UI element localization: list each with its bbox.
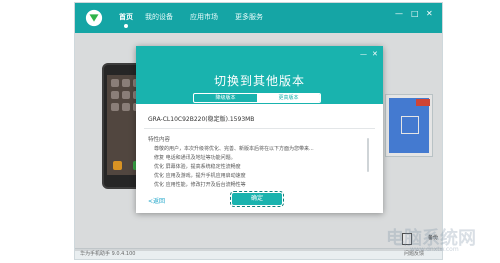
divider <box>144 128 375 129</box>
watermark-url: www.dnxtw.com <box>410 246 459 253</box>
feature-item: 修复 电话和通讯及地址等功能问题。 <box>154 155 236 161</box>
confirm-button[interactable]: 确定 <box>230 191 284 207</box>
features-scrollbar[interactable] <box>367 138 369 172</box>
close-button[interactable]: ✕ <box>426 9 433 18</box>
app-logo-icon <box>85 9 103 27</box>
minimize-button[interactable]: — <box>395 9 403 18</box>
back-link[interactable]: <返回 <box>148 196 165 205</box>
nav-app-market[interactable]: 应用市场 <box>190 12 218 22</box>
switch-version-dialog: — ✕ 切换到其他版本 降级版本 更高版本 GRA-CL10C92B220(稳定… <box>136 46 383 213</box>
dialog-minimize-button[interactable]: — <box>360 50 367 58</box>
nav-my-devices[interactable]: 我的设备 <box>145 12 173 22</box>
nav-home[interactable]: 首页 <box>119 12 133 28</box>
feature-item: 优化 屏幕体验，提高系统稳定性流畅度 <box>154 164 241 170</box>
features-title: 特性内容 <box>148 137 171 143</box>
maximize-button[interactable]: □ <box>411 9 419 18</box>
version-tabs: 降级版本 更高版本 <box>193 93 321 103</box>
feature-item: 尊敬的用户，本次升级将优化、完善、新版本后将在以下方面为您带来... <box>154 146 314 152</box>
nav-more-services[interactable]: 更多服务 <box>235 12 263 22</box>
tab-higher-version[interactable]: 更高版本 <box>257 94 320 102</box>
top-nav-bar: 首页 我的设备 应用市场 更多服务 — □ ✕ <box>75 3 442 33</box>
firmware-file-name: GRA-CL10C92B220(稳定版).1593MB <box>148 116 255 123</box>
feature-item: 优化 应用性能，修改打开及后台流畅性等 <box>154 182 246 188</box>
dialog-header: — ✕ 切换到其他版本 降级版本 更高版本 <box>136 46 383 104</box>
feature-item: 优化 应用及游戏，提升手机应用启动速度 <box>154 173 246 179</box>
dialog-title: 切换到其他版本 <box>213 74 305 88</box>
tab-downgrade[interactable]: 降级版本 <box>194 94 257 102</box>
dialog-close-button[interactable]: ✕ <box>372 50 378 58</box>
